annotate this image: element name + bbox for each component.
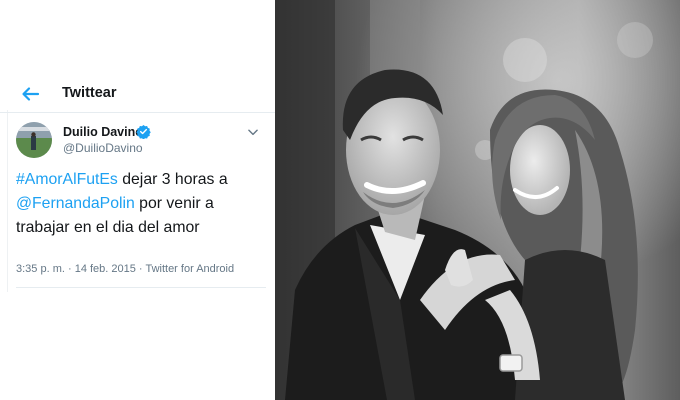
divider bbox=[7, 110, 8, 292]
avatar[interactable] bbox=[16, 122, 52, 158]
page-title: Twittear bbox=[62, 85, 117, 101]
meta-separator: · bbox=[64, 263, 75, 275]
arrow-left-icon bbox=[22, 87, 40, 101]
mention-link[interactable]: @FernandaPolin bbox=[16, 195, 135, 212]
tweet-source[interactable]: Twitter for Android bbox=[145, 263, 234, 275]
couple-photo bbox=[275, 0, 680, 400]
hashtag-link[interactable]: #AmorAlFutEs bbox=[16, 171, 118, 188]
author-handle[interactable]: @DuilioDavino bbox=[63, 141, 143, 155]
verified-badge-icon bbox=[136, 124, 151, 140]
tweet-time[interactable]: 3:35 p. m. bbox=[16, 263, 65, 275]
back-button[interactable] bbox=[18, 82, 42, 106]
tweet-header: Twittear bbox=[0, 78, 275, 113]
tweet-meta: 3:35 p. m. · 14 feb. 2015 · Twitter for … bbox=[16, 263, 266, 288]
tweet-panel: Twittear Duilio Davino @DuilioDavino #Am… bbox=[0, 0, 275, 400]
tweet-author: Duilio Davino @DuilioDavino bbox=[16, 122, 266, 160]
tweet-text: #AmorAlFutEs dejar 3 horas a @FernandaPo… bbox=[16, 168, 266, 240]
chevron-down-icon[interactable] bbox=[246, 125, 260, 139]
tweet-date[interactable]: 14 feb. 2015 bbox=[75, 263, 136, 275]
author-name[interactable]: Duilio Davino bbox=[63, 125, 143, 139]
tweet-text-part: dejar 3 horas a bbox=[117, 171, 228, 188]
